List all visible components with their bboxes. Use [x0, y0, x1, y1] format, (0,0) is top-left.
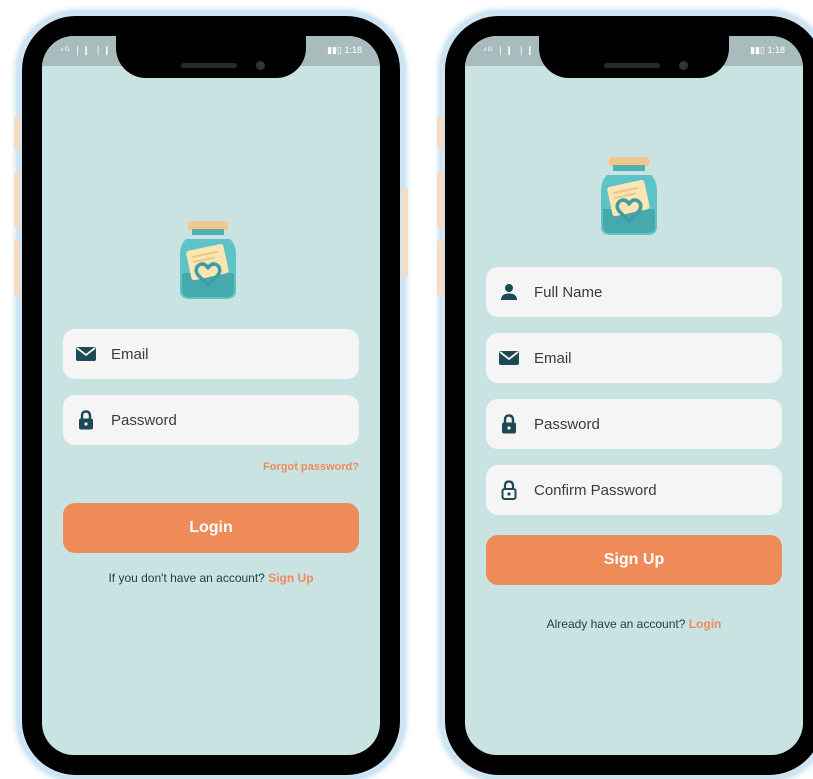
- login-prompt: Already have an account? Login: [465, 617, 803, 631]
- signal-indicators: ⁴ᴳ ❘❙ ❘❙: [60, 45, 112, 55]
- password-field[interactable]: [63, 395, 359, 445]
- email-field[interactable]: [486, 333, 782, 383]
- password-input[interactable]: [111, 411, 331, 429]
- clock: 1:18: [344, 45, 362, 55]
- envelope-icon: [75, 343, 97, 365]
- email-input[interactable]: [534, 349, 754, 367]
- signup-screen: ⁴ᴳ ❘❙ ❘❙ ▮▮▯ 1:18 Full Name Email Sign U…: [465, 36, 803, 755]
- email-field[interactable]: [63, 329, 359, 379]
- lock-icon: [75, 409, 97, 431]
- password-input[interactable]: [534, 415, 754, 433]
- signal-indicators: ⁴ᴳ ❘❙ ❘❙: [483, 45, 535, 55]
- envelope-icon: [498, 347, 520, 369]
- phone-signup: ⁴ᴳ ❘❙ ❘❙ ▮▮▯ 1:18 Full Name Email Sign U…: [437, 16, 813, 775]
- password-field[interactable]: [486, 399, 782, 449]
- phone-login: ⁴ᴳ ❘❙ ❘❙ ▮▮▯ 1:18 Email Forgot password?…: [14, 16, 408, 775]
- side-button: [437, 172, 443, 228]
- notch: [539, 36, 729, 78]
- battery-time: ▮▮▯ 1:18: [750, 45, 785, 55]
- camera: [256, 61, 265, 70]
- lock-icon: [498, 413, 520, 435]
- signup-button[interactable]: Sign Up: [486, 535, 782, 585]
- lock-outline-icon: [498, 479, 520, 501]
- login-prompt-text: Already have an account?: [546, 617, 686, 631]
- speaker: [181, 63, 237, 68]
- side-button: [437, 240, 443, 296]
- battery-time: ▮▮▯ 1:18: [327, 45, 362, 55]
- notch: [116, 36, 306, 78]
- signup-prompt: If you don't have an account? Sign Up: [42, 571, 380, 585]
- login-link[interactable]: Login: [689, 617, 722, 631]
- login-screen: ⁴ᴳ ❘❙ ❘❙ ▮▮▯ 1:18 Email Forgot password?…: [42, 36, 380, 755]
- power-button: [402, 188, 408, 278]
- email-input[interactable]: [111, 345, 331, 363]
- clock: 1:18: [767, 45, 785, 55]
- confirm-password-input[interactable]: [534, 481, 754, 499]
- fullname-input[interactable]: [534, 283, 754, 301]
- signup-prompt-text: If you don't have an account?: [108, 571, 265, 585]
- login-button[interactable]: Login: [63, 503, 359, 553]
- signup-link[interactable]: Sign Up: [268, 571, 313, 585]
- side-button: [14, 172, 20, 228]
- person-icon: [498, 281, 520, 303]
- fullname-field[interactable]: [486, 267, 782, 317]
- love-jar-logo: [180, 221, 236, 299]
- camera: [679, 61, 688, 70]
- speaker: [604, 63, 660, 68]
- confirm-password-field[interactable]: [486, 465, 782, 515]
- side-button: [14, 240, 20, 296]
- side-button: [437, 116, 443, 150]
- love-jar-logo: [601, 157, 657, 235]
- side-button: [14, 116, 20, 150]
- forgot-password-link[interactable]: Forgot password?: [263, 461, 359, 473]
